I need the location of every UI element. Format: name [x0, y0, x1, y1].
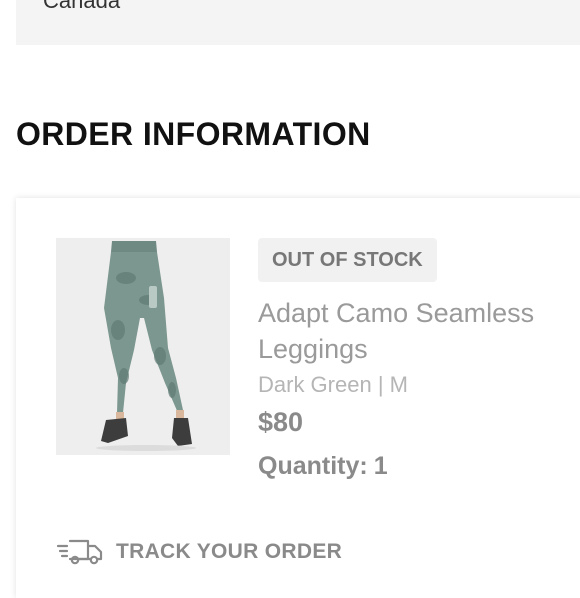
product-quantity: Quantity: 1	[258, 452, 388, 481]
delivery-truck-icon	[56, 539, 103, 565]
address-country: Canada	[43, 0, 121, 13]
shipping-address-card: Canada	[16, 0, 580, 45]
section-title-order-information: ORDER INFORMATION	[16, 116, 371, 152]
leggings-photo	[56, 238, 230, 455]
quantity-label: Quantity:	[258, 452, 368, 480]
status-badge: OUT OF STOCK	[258, 238, 437, 282]
track-order-label: TRACK YOUR ORDER	[116, 540, 343, 563]
quantity-value: 1	[373, 452, 388, 480]
order-item-card: OUT OF STOCK Adapt Camo Seamless Legging…	[16, 198, 580, 598]
product-variant: Dark Green | M	[258, 372, 408, 397]
product-image[interactable]	[56, 238, 230, 455]
product-price: $80	[258, 407, 304, 437]
track-order-link[interactable]: TRACK YOUR ORDER	[56, 534, 342, 570]
product-name[interactable]: Adapt Camo Seamless Leggings	[258, 295, 558, 367]
